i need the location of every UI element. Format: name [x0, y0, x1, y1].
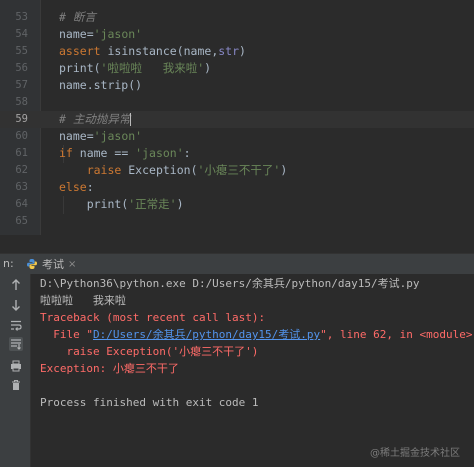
code-token: ): [176, 197, 184, 211]
code-line[interactable]: 64 print('正常走'): [0, 196, 474, 213]
string-literal: 'jason': [135, 146, 184, 160]
traceback-file-line: File "D:/Users/余其兵/python/day15/考试.py", …: [40, 327, 473, 342]
close-icon[interactable]: ×: [68, 259, 76, 270]
code-line[interactable]: 60 name='jason': [0, 128, 474, 145]
string-literal: 'jason': [93, 129, 143, 143]
code-line[interactable]: 55 assert isinstance(name,str): [0, 43, 474, 60]
traceback-file-prefix: File ": [40, 328, 93, 341]
traceback-code-line: raise Exception('小瘪三不干了'): [40, 345, 259, 358]
code-line[interactable]: 63 else:: [0, 179, 474, 196]
trash-icon[interactable]: [9, 378, 23, 392]
line-number: 64: [15, 198, 28, 210]
code-token: :: [86, 180, 94, 194]
run-label: n:: [3, 257, 14, 270]
code-token: =: [86, 129, 94, 143]
code-line[interactable]: 56 print('啦啦啦 我来啦'): [0, 60, 474, 77]
scroll-to-end-icon[interactable]: [9, 337, 23, 351]
code-token: ): [239, 44, 246, 58]
code-line[interactable]: 58: [0, 94, 474, 111]
code-token: isinstance(name,: [100, 44, 219, 58]
keyword-token: raise: [86, 163, 122, 177]
run-toolbar: [0, 274, 31, 467]
console-output[interactable]: D:\Python36\python.exe D:/Users/余其兵/pyth…: [31, 274, 474, 467]
line-number: 59: [15, 113, 28, 125]
code-line[interactable]: 62 raise Exception('小瘪三不干了'): [0, 162, 474, 179]
exception-message: Exception: 小瘪三不干了: [40, 362, 179, 375]
comment-text: # 断言: [59, 10, 96, 24]
code-token: name ==: [72, 146, 136, 160]
arrow-up-icon[interactable]: [9, 278, 23, 292]
code-line[interactable]: 53 # 断言: [0, 9, 474, 26]
editor-separator: [0, 235, 474, 253]
string-literal: '啦啦啦 我来啦': [100, 61, 205, 75]
run-tool-window-header: n: 考试 ×: [0, 253, 474, 275]
run-config-tab[interactable]: 考试 ×: [20, 254, 82, 274]
code-line[interactable]: 61 if name == 'jason':: [0, 145, 474, 162]
code-line[interactable]: 57 name.strip(): [0, 77, 474, 94]
keyword-token: if: [59, 146, 73, 160]
traceback-file-suffix: ", line 62, in <module>: [320, 328, 473, 341]
print-icon[interactable]: [9, 359, 23, 373]
string-literal: '小瘪三不干了': [197, 163, 281, 177]
code-token: :: [183, 146, 191, 160]
console-output-line: 啦啦啦 我来啦: [40, 294, 126, 307]
builtin-token: str: [218, 44, 240, 58]
code-token: Exception(: [121, 163, 198, 177]
arrow-down-icon[interactable]: [9, 298, 23, 312]
line-number: 57: [15, 79, 28, 91]
line-number: 53: [15, 11, 28, 23]
line-number: 60: [15, 130, 28, 142]
code-token: ): [204, 61, 212, 75]
run-tab-label: 考试: [42, 258, 64, 271]
comment-text: # 主动抛异常: [59, 112, 131, 126]
watermark: @稀土掘金技术社区: [370, 448, 460, 459]
code-line[interactable]: 54 name='jason': [0, 26, 474, 43]
line-number: 63: [15, 181, 28, 193]
code-line[interactable]: 65: [0, 213, 474, 230]
line-number: 58: [15, 96, 28, 108]
console-command-line: D:\Python36\python.exe D:/Users/余其兵/pyth…: [40, 277, 420, 290]
string-literal: 'jason': [93, 27, 143, 41]
string-literal: '正常走': [128, 197, 177, 211]
line-number: 61: [15, 147, 28, 159]
line-number: 54: [15, 28, 28, 40]
line-number: 55: [15, 45, 28, 57]
code-token: name: [59, 27, 87, 41]
code-token: print(: [86, 197, 129, 211]
code-token: name.strip(): [59, 78, 143, 92]
code-token: print(: [59, 61, 101, 75]
code-line-current[interactable]: 59 # 主动抛异常: [0, 111, 474, 128]
code-token: =: [86, 27, 94, 41]
python-icon: [27, 259, 37, 269]
text-caret: [130, 113, 132, 126]
file-link[interactable]: D:/Users/余其兵/python/day15/考试.py: [93, 328, 320, 341]
line-number: 65: [15, 215, 28, 227]
line-number: 56: [15, 62, 28, 74]
code-token: name: [59, 129, 87, 143]
code-editor[interactable]: 53 # 断言 54 name='jason' 55 assert isinst…: [0, 0, 474, 235]
process-finished-line: Process finished with exit code 1: [40, 396, 259, 409]
keyword-token: assert: [59, 44, 101, 58]
keyword-token: else: [59, 180, 87, 194]
code-token: ): [280, 163, 288, 177]
soft-wrap-icon[interactable]: [9, 318, 23, 332]
traceback-header: Traceback (most recent call last):: [40, 311, 266, 324]
line-number: 62: [15, 164, 28, 176]
